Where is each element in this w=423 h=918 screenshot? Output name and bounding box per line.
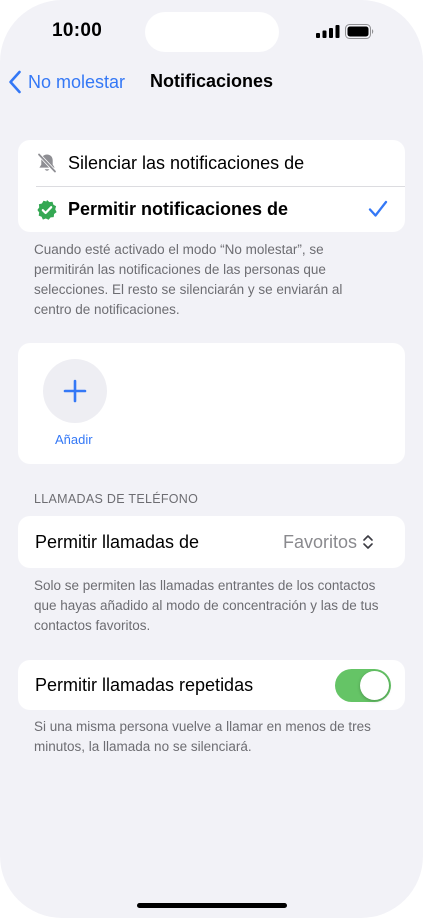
repeated-calls-toggle[interactable]	[335, 669, 391, 702]
cellular-signal-icon	[316, 25, 340, 38]
option-silence-notifications[interactable]: Silenciar las notificaciones de	[18, 140, 405, 186]
plus-icon	[63, 379, 87, 403]
notifications-mode-footnote: Cuando esté activado el modo “No molesta…	[34, 242, 343, 317]
bell-slash-icon	[37, 152, 57, 174]
status-time: 10:00	[52, 20, 103, 41]
phone-screen: 10:00 No molestar Notificaciones Silenci…	[0, 0, 423, 918]
chevron-up-down-icon	[363, 535, 373, 549]
add-person-label[interactable]: Añadir	[55, 432, 93, 447]
repeated-calls-footnote: Si una misma persona vuelve a llamar en …	[34, 719, 371, 754]
option-allow-notifications[interactable]: Permitir notificaciones de	[18, 187, 405, 232]
page-title: Notificaciones	[150, 71, 274, 91]
home-indicator	[137, 903, 287, 908]
battery-icon	[345, 24, 374, 39]
repeated-calls-label: Permitir llamadas repetidas	[35, 674, 254, 695]
allow-calls-row[interactable]: Permitir llamadas de Favoritos	[18, 516, 405, 568]
back-button-label: No molestar	[28, 71, 126, 92]
option-label: Silenciar las notificaciones de	[68, 152, 305, 173]
allow-calls-card: Permitir llamadas de Favoritos	[18, 516, 405, 568]
checkmark-shield-icon	[37, 199, 57, 220]
allow-calls-value: Favoritos	[283, 531, 358, 552]
option-label: Permitir notificaciones de	[68, 199, 289, 219]
people-card: Añadir	[18, 343, 405, 464]
notifications-mode-card: Silenciar las notificaciones de Permitir…	[18, 140, 405, 232]
allow-calls-label: Permitir llamadas de	[35, 531, 200, 552]
add-person-button[interactable]	[43, 359, 107, 423]
checkmark-icon	[368, 200, 388, 217]
back-button[interactable]: No molestar	[8, 68, 125, 96]
section-header-phone-calls: LLAMADAS DE TELÉFONO	[34, 492, 199, 506]
repeated-calls-card: Permitir llamadas repetidas	[18, 660, 405, 710]
toggle-knob	[360, 671, 389, 700]
chevron-left-icon	[9, 70, 21, 94]
dynamic-island	[145, 12, 279, 52]
allow-calls-footnote: Solo se permiten las llamadas entrantes …	[34, 578, 379, 633]
